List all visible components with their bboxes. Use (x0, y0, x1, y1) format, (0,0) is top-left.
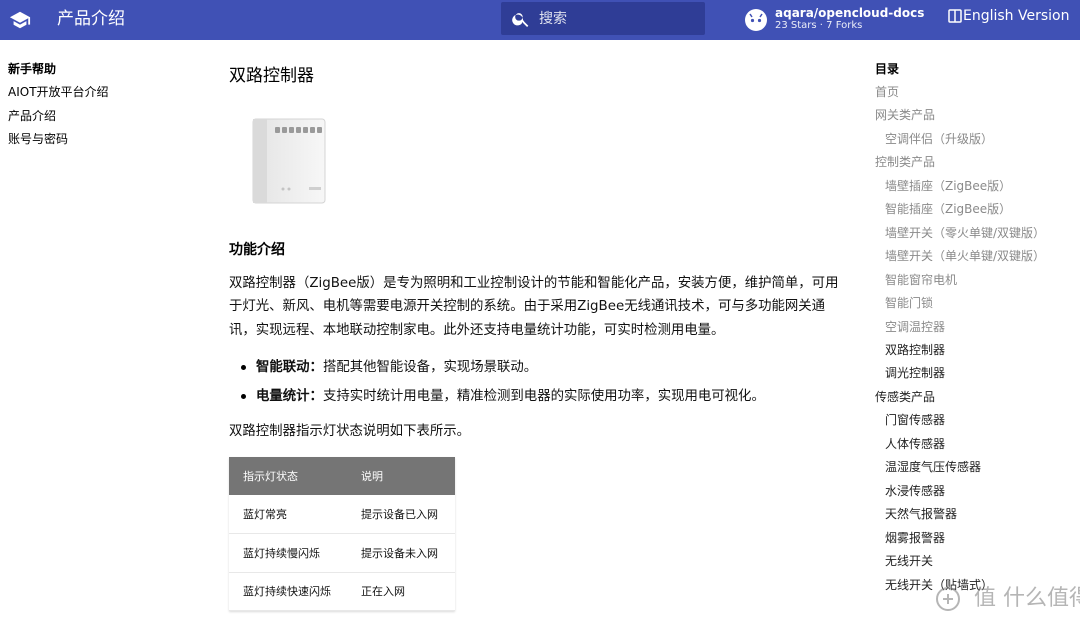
github-icon (745, 9, 767, 31)
column-header-status: 指示灯状态 (229, 457, 347, 495)
school-logo-icon[interactable] (9, 9, 31, 31)
book-icon (948, 9, 962, 23)
nav-title: 新手帮助 (8, 62, 57, 76)
toc-item[interactable]: 控制类产品 (875, 151, 1065, 174)
table-caption: 双路控制器指示灯状态说明如下表所示。 (229, 424, 471, 439)
toc-item[interactable]: 调光控制器 (875, 362, 1065, 385)
toc-item[interactable]: 网关类产品 (875, 104, 1065, 127)
repo-stats: 23 Stars · 7 Forks (775, 20, 863, 31)
toc-item[interactable]: 墙壁插座（ZigBee版） (875, 175, 1065, 198)
table-cell: 提示设备已入网 (347, 495, 455, 534)
toc-item[interactable]: 无线开关 (875, 550, 1065, 573)
toc-item[interactable]: 首页 (875, 81, 1065, 104)
table-row: 蓝灯常亮 提示设备已入网 (229, 495, 455, 534)
nav-item-account[interactable]: 账号与密码 (8, 128, 208, 152)
toc-item[interactable]: 双路控制器 (875, 339, 1065, 362)
nav-item-aiot[interactable]: AIOT开放平台介绍 (8, 81, 208, 105)
table-of-contents: 目录 首页 网关类产品 空调伴侣（升级版） 控制类产品 墙壁插座（ZigBee版… (875, 58, 1065, 597)
toc-item[interactable]: 门窗传感器 (875, 409, 1065, 432)
table-row: 蓝灯持续快速闪烁 正在入网 (229, 572, 455, 611)
toc-item[interactable]: 水浸传感器 (875, 480, 1065, 503)
search-box[interactable] (501, 2, 705, 35)
feature-label: 智能联动： (256, 360, 323, 375)
language-label: English Version (963, 8, 1070, 24)
toc-title: 目录 (875, 62, 900, 76)
feature-text: 搭配其他智能设备，实现场景联动。 (322, 360, 538, 375)
toc-item[interactable]: 智能门锁 (875, 292, 1065, 315)
list-item: 智能联动：搭配其他智能设备，实现场景联动。 (239, 353, 839, 382)
feature-list: 智能联动：搭配其他智能设备，实现场景联动。 电量统计：支持实时统计用电量，精准检… (239, 353, 839, 411)
toc-item[interactable]: 智能插座（ZigBee版） (875, 198, 1065, 221)
watermark: 值 什么值得买 (935, 580, 1080, 612)
nav-item-products[interactable]: 产品介绍 (8, 105, 208, 129)
table-cell: 正在入网 (347, 572, 455, 611)
toc-item[interactable]: 温湿度气压传感器 (875, 456, 1065, 479)
toc-item[interactable]: 空调温控器 (875, 316, 1065, 339)
toc-item[interactable]: 智能窗帘电机 (875, 269, 1065, 292)
feature-text: 支持实时统计用电量，精准检测到电器的实际使用功率，实现用电可视化。 (322, 389, 765, 404)
table-cell: 蓝灯常亮 (229, 495, 347, 534)
watermark-logo-icon (936, 587, 960, 611)
search-icon[interactable] (511, 9, 531, 29)
column-header-description: 说明 (347, 457, 455, 495)
table-cell: 蓝灯持续慢闪烁 (229, 533, 347, 573)
table-header-row: 指示灯状态 说明 (229, 457, 455, 495)
toc-item[interactable]: 空调伴侣（升级版） (875, 128, 1065, 151)
toc-item[interactable]: 烟雾报警器 (875, 527, 1065, 550)
intro-paragraph: 双路控制器（ZigBee版）是专为照明和工业控制设计的节能和智能化产品，安装方便… (229, 276, 839, 338)
indicator-status-table: 指示灯状态 说明 蓝灯常亮 提示设备已入网 蓝灯持续慢闪烁 提示设备未入网 蓝灯… (229, 457, 455, 611)
repo-name: aqara/opencloud-docs (775, 6, 925, 20)
top-header: 产品介绍 aqara/opencloud-docs 23 Stars · 7 F… (0, 0, 1080, 40)
site-title[interactable]: 产品介绍 (57, 8, 125, 30)
section-heading-features: 功能介绍 (229, 242, 285, 258)
watermark-text: 值 什么值得买 (974, 586, 1080, 611)
search-input[interactable] (539, 2, 699, 35)
table-cell: 蓝灯持续快速闪烁 (229, 572, 347, 611)
toc-item[interactable]: 墙壁开关（零火单键/双键版） (875, 222, 1065, 245)
table-row: 蓝灯持续慢闪烁 提示设备未入网 (229, 533, 455, 573)
left-navigation: 新手帮助 AIOT开放平台介绍 产品介绍 账号与密码 (8, 58, 208, 152)
toc-item[interactable]: 人体传感器 (875, 433, 1065, 456)
dual-controller-product-image (252, 118, 326, 204)
toc-item[interactable]: 天然气报警器 (875, 503, 1065, 526)
page-title: 双路控制器 (229, 66, 314, 86)
main-content: 双路控制器 功能介绍 双路控制器（ZigBee版）是专为照明和工业控制设计的节能… (229, 62, 839, 611)
table-cell: 提示设备未入网 (347, 533, 455, 573)
feature-label: 电量统计： (256, 389, 323, 404)
list-item: 电量统计：支持实时统计用电量，精准检测到电器的实际使用功率，实现用电可视化。 (239, 382, 839, 411)
toc-item[interactable]: 传感类产品 (875, 386, 1065, 409)
toc-item[interactable]: 墙壁开关（单火单键/双键版） (875, 245, 1065, 268)
